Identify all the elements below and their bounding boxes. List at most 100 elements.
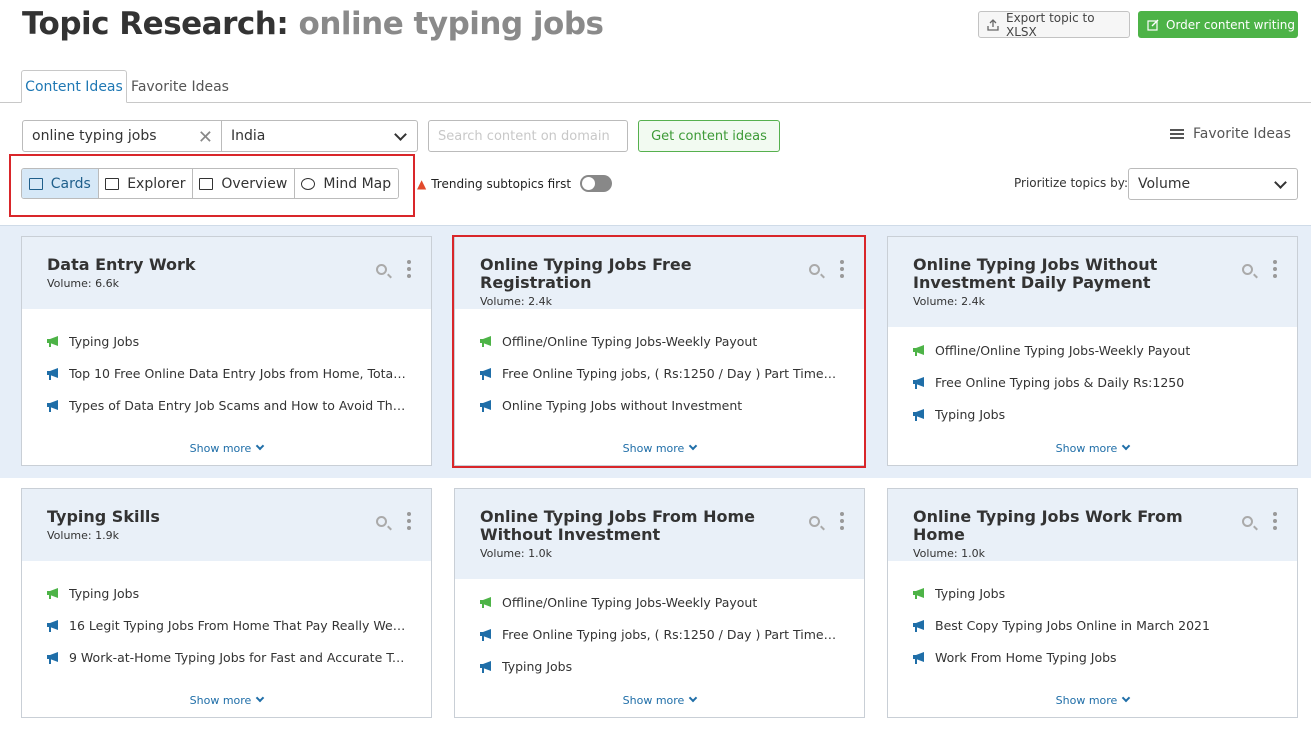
- list-item[interactable]: Typing Jobs: [46, 577, 407, 609]
- favorite-ideas-label: Favorite Ideas: [1193, 126, 1291, 142]
- megaphone-icon: [480, 597, 491, 608]
- card-title[interactable]: Data Entry Work: [47, 256, 357, 274]
- search-icon[interactable]: [809, 515, 820, 527]
- favorite-ideas-link[interactable]: Favorite Ideas: [1170, 126, 1291, 142]
- table-icon: [105, 177, 120, 190]
- get-content-ideas-button[interactable]: Get content ideas: [638, 120, 780, 152]
- view-explorer-button[interactable]: Explorer: [98, 169, 194, 198]
- view-cards-button[interactable]: Cards: [22, 169, 99, 198]
- list-item[interactable]: Typing Jobs: [912, 398, 1273, 430]
- card-headline-list: Offline/Online Typing Jobs-Weekly Payout…: [888, 327, 1297, 430]
- list-item[interactable]: Free Online Typing jobs & Daily Rs:1250: [912, 366, 1273, 398]
- card-tools: [376, 260, 411, 278]
- country-select[interactable]: India: [221, 120, 418, 152]
- list-item[interactable]: Offline/Online Typing Jobs-Weekly Payout: [479, 586, 840, 618]
- prioritize-value: Volume: [1138, 176, 1191, 192]
- headline-text: Top 10 Free Online Data Entry Jobs from …: [69, 365, 407, 381]
- headline-text: Typing Jobs: [502, 658, 573, 674]
- card-tools: [1242, 260, 1277, 278]
- card-volume: Volume: 1.9k: [47, 529, 119, 542]
- card-header: Data Entry Work Volume: 6.6k: [22, 237, 431, 309]
- show-more-link[interactable]: Show more: [22, 441, 431, 455]
- headline-text: Free Online Typing jobs & Daily Rs:1250: [935, 374, 1185, 390]
- list-item[interactable]: Top 10 Free Online Data Entry Jobs from …: [46, 357, 407, 389]
- tab-bar: Content Ideas Favorite Ideas: [0, 70, 1311, 103]
- card-header: Online Typing Jobs Work From Home Volume…: [888, 489, 1297, 561]
- more-options-icon[interactable]: [1273, 260, 1277, 278]
- headline-text: Offline/Online Typing Jobs-Weekly Payout: [502, 594, 758, 610]
- view-cards-label: Cards: [50, 175, 91, 192]
- topic-card[interactable]: Online Typing Jobs Work From Home Volume…: [887, 488, 1298, 718]
- headline-icon: [47, 619, 58, 632]
- chevron-down-icon: [256, 441, 265, 451]
- chevron-down-icon: [256, 693, 265, 703]
- show-more-link[interactable]: Show more: [22, 693, 431, 707]
- list-item[interactable]: Typing Jobs: [912, 577, 1273, 609]
- search-icon[interactable]: [376, 515, 387, 527]
- show-more-link[interactable]: Show more: [888, 441, 1297, 455]
- view-overview-button[interactable]: Overview: [193, 169, 295, 198]
- list-item[interactable]: 9 Work-at-Home Typing Jobs for Fast and …: [46, 641, 407, 673]
- prioritize-label: Prioritize topics by:: [1014, 176, 1128, 190]
- show-more-link[interactable]: Show more: [455, 693, 864, 707]
- list-item[interactable]: Free Online Typing jobs, ( Rs:1250 / Day…: [479, 618, 840, 650]
- view-mindmap-button[interactable]: Mind Map: [294, 169, 398, 198]
- country-value: India: [231, 128, 266, 144]
- show-more-label: Show more: [622, 694, 685, 707]
- card-title[interactable]: Online Typing Jobs From Home Without Inv…: [480, 508, 790, 544]
- tab-content-ideas[interactable]: Content Ideas: [21, 70, 127, 103]
- card-tools: [809, 512, 844, 530]
- more-options-icon[interactable]: [407, 512, 411, 530]
- list-item[interactable]: Typing Jobs: [46, 325, 407, 357]
- topic-card[interactable]: Online Typing Jobs From Home Without Inv…: [454, 488, 865, 718]
- search-icon[interactable]: [1242, 515, 1253, 527]
- more-options-icon[interactable]: [1273, 512, 1277, 530]
- page-title-query: online typing jobs: [298, 6, 604, 42]
- more-options-icon[interactable]: [407, 260, 411, 278]
- card-title[interactable]: Typing Skills: [47, 508, 357, 526]
- headline-text: 16 Legit Typing Jobs From Home That Pay …: [69, 617, 407, 633]
- export-xlsx-button[interactable]: Export topic to XLSX: [978, 10, 1130, 39]
- keyword-search-field[interactable]: online typing jobs ✕: [22, 120, 222, 152]
- prioritize-select[interactable]: Volume: [1128, 168, 1298, 200]
- headline-icon: [47, 651, 58, 664]
- chevron-down-icon: [394, 128, 407, 141]
- headline-text: 9 Work-at-Home Typing Jobs for Fast and …: [69, 649, 407, 665]
- page-title-prefix: Topic Research:: [22, 6, 289, 42]
- order-content-button[interactable]: Order content writing: [1138, 11, 1298, 38]
- megaphone-icon: [47, 336, 58, 347]
- headline-icon: [913, 376, 924, 389]
- show-more-link[interactable]: Show more: [888, 693, 1297, 707]
- export-label: Export topic to XLSX: [1005, 10, 1095, 39]
- chevron-down-icon: [1122, 441, 1131, 451]
- megaphone-icon: [47, 588, 58, 599]
- card-title[interactable]: Online Typing Jobs Without Investment Da…: [913, 256, 1223, 292]
- list-item[interactable]: 16 Legit Typing Jobs From Home That Pay …: [46, 609, 407, 641]
- card-headline-list: Typing Jobs Best Copy Typing Jobs Online…: [888, 561, 1297, 673]
- card-header: Typing Skills Volume: 1.9k: [22, 489, 431, 561]
- headline-icon: [47, 399, 58, 412]
- headline-text: Offline/Online Typing Jobs-Weekly Payout: [935, 342, 1191, 358]
- card-volume: Volume: 1.0k: [913, 547, 985, 560]
- search-icon[interactable]: [376, 263, 387, 275]
- domain-search-input[interactable]: [428, 120, 628, 152]
- list-item[interactable]: Types of Data Entry Job Scams and How to…: [46, 389, 407, 421]
- list-icon: [1170, 128, 1184, 140]
- search-icon[interactable]: [1242, 263, 1253, 275]
- headline-icon: [47, 367, 58, 380]
- topic-card[interactable]: Online Typing Jobs Without Investment Da…: [887, 236, 1298, 466]
- topic-card[interactable]: Data Entry Work Volume: 6.6k Typing Jobs…: [21, 236, 432, 466]
- clear-icon[interactable]: ✕: [198, 127, 213, 148]
- show-more-label: Show more: [189, 694, 252, 707]
- card-tools: [376, 512, 411, 530]
- tab-favorite-ideas[interactable]: Favorite Ideas: [130, 70, 230, 103]
- topic-card[interactable]: Typing Skills Volume: 1.9k Typing Jobs 1…: [21, 488, 432, 718]
- list-item[interactable]: Work From Home Typing Jobs: [912, 641, 1273, 673]
- list-item[interactable]: Offline/Online Typing Jobs-Weekly Payout: [912, 334, 1273, 366]
- chevron-down-icon: [1274, 176, 1287, 189]
- list-item[interactable]: Best Copy Typing Jobs Online in March 20…: [912, 609, 1273, 641]
- more-options-icon[interactable]: [840, 512, 844, 530]
- list-item[interactable]: Typing Jobs: [479, 650, 840, 682]
- card-title[interactable]: Online Typing Jobs Work From Home: [913, 508, 1233, 544]
- trending-toggle[interactable]: [580, 175, 613, 192]
